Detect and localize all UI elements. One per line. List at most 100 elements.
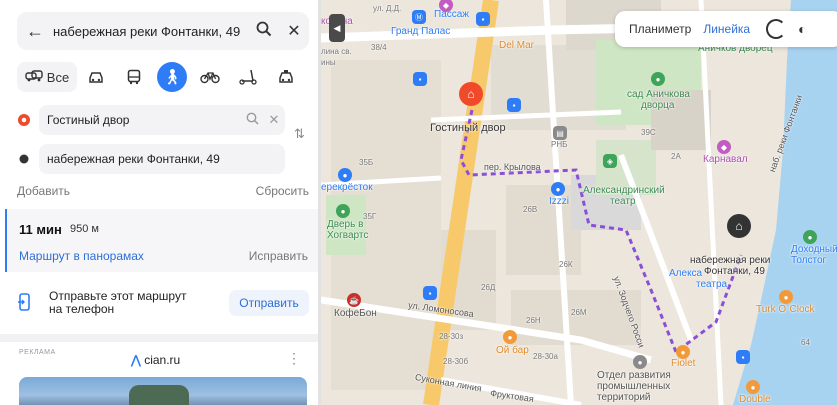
to-field[interactable]: набережная реки Фонтанки, 49 <box>39 144 285 174</box>
map-label: Доходный <box>791 244 837 255</box>
send-text-line1: Отправьте этот маршрут <box>49 289 187 303</box>
route-actions: Добавить Сбросить <box>17 184 309 198</box>
route-point-from: Гостиный двор ✕ <box>17 105 309 135</box>
ruler-button[interactable]: Линейка <box>703 22 750 36</box>
map-label: ул. Д.Д. <box>373 4 402 13</box>
map-view[interactable]: ул. Д.Д. ковича Пассаж Гранд Палас Del M… <box>321 0 837 405</box>
planimeter-button[interactable]: Планиметр <box>629 22 691 36</box>
mode-scooter-button[interactable] <box>229 62 267 92</box>
map-label: театра <box>696 279 728 290</box>
route-distance: 950 м <box>70 223 99 235</box>
send-button[interactable]: Отправить <box>229 290 309 316</box>
map-label: промышленных <box>597 381 671 392</box>
poi-theatre-icon[interactable]: ◈ <box>603 154 617 168</box>
transport-modes: Все 🚶︎ <box>17 62 309 92</box>
send-to-phone-icon <box>17 292 35 314</box>
ad-brand[interactable]: ⋀ cian.ru <box>131 353 180 367</box>
ad-brand-label: cian.ru <box>144 353 181 367</box>
poi-restaurant-icon[interactable]: ● <box>779 290 793 304</box>
map-label: Del Mar <box>499 40 535 51</box>
poi-metro-icon[interactable]: Ⓜ <box>412 10 426 24</box>
origin-dot-icon <box>17 113 31 127</box>
route-time: 11 мин <box>19 222 62 237</box>
poi-shop-icon[interactable]: ◆ <box>717 140 731 154</box>
poi-bank-icon[interactable]: ▪ <box>476 12 490 26</box>
from-value[interactable]: Гостиный двор <box>47 113 241 127</box>
map-label: Fiolet <box>671 358 696 369</box>
map-label: 26Н <box>526 316 541 325</box>
map-label: Гранд Палас <box>391 26 451 37</box>
poi-bus-stop-icon[interactable]: ▪ <box>423 286 437 300</box>
map-label: дворца <box>641 100 675 111</box>
mode-taxi-button[interactable] <box>267 62 305 92</box>
swap-points-icon[interactable]: ⇅ <box>294 126 305 142</box>
map-label: ины <box>321 58 336 67</box>
search-icon[interactable] <box>249 21 279 42</box>
add-point-button[interactable]: Добавить <box>17 184 70 198</box>
map-label: Turk O`Clock <box>756 304 815 315</box>
ad-image[interactable] <box>19 377 307 405</box>
map-label: Фонтанки, 49 <box>704 266 765 277</box>
from-search-icon[interactable] <box>241 112 263 128</box>
mode-bike-button[interactable] <box>191 62 229 92</box>
search-query[interactable]: набережная реки Фонтанки, 49 <box>53 24 249 39</box>
map-label: театр <box>610 196 636 207</box>
poi-cafe-icon[interactable]: ☕ <box>347 293 361 307</box>
map-label: КофеБон <box>334 308 377 319</box>
map-label: Пассаж <box>434 9 469 20</box>
map-canvas[interactable] <box>321 0 837 405</box>
layers-toggle-icon[interactable] <box>766 19 787 39</box>
poi-bus-stop-icon[interactable]: ▪ <box>507 98 521 112</box>
poi-park-icon[interactable]: ● <box>651 72 665 86</box>
map-label: 28-30з <box>439 332 464 341</box>
scooter-icon <box>239 69 257 85</box>
map-label: 26В <box>523 205 538 214</box>
poi-attraction-icon[interactable]: ● <box>336 204 350 218</box>
map-label: Ой бар <box>496 345 529 356</box>
mode-bus-button[interactable] <box>115 62 153 92</box>
search-box[interactable]: ← набережная реки Фонтанки, 49 ✕ <box>17 12 309 50</box>
poi-cafe-icon[interactable]: ● <box>746 380 760 394</box>
map-label: Double <box>739 394 771 405</box>
walk-icon: 🚶︎ <box>162 69 182 86</box>
poi-library-icon[interactable]: ▤ <box>553 126 567 140</box>
poi-bar-icon[interactable]: ● <box>503 330 517 344</box>
reset-button[interactable]: Сбросить <box>256 184 309 198</box>
close-icon[interactable]: ✕ <box>279 21 309 41</box>
mode-car-button[interactable] <box>77 62 115 92</box>
route-option-card[interactable]: 11 мин 950 м Маршрут в панорамах Исправи… <box>5 209 318 272</box>
map-label: 2А <box>671 152 681 161</box>
poi-bus-stop-icon[interactable]: ▪ <box>413 72 427 86</box>
poi-office-icon[interactable]: ● <box>633 355 647 369</box>
destination-pin-icon[interactable]: ⌂ <box>727 214 751 238</box>
ad-banner[interactable]: РЕКЛАМА ⋀ cian.ru ⋮ <box>9 344 309 405</box>
map-label: пер. Крылова <box>484 162 541 172</box>
poi-cafe-icon[interactable]: ● <box>676 345 690 359</box>
poi-store-icon[interactable]: ● <box>551 182 565 196</box>
map-label: 26М <box>571 308 587 317</box>
mode-walk-button[interactable]: 🚶︎ <box>157 62 187 92</box>
poi-store-icon[interactable]: ● <box>338 168 352 182</box>
map-label: Карнавал <box>703 154 748 165</box>
back-arrow-icon[interactable]: ← <box>17 21 53 42</box>
map-label: Дверь в <box>327 219 364 230</box>
fix-route-link[interactable]: Исправить <box>249 249 308 263</box>
map-label: 26К <box>559 260 573 269</box>
map-label: территорий <box>597 392 651 403</box>
poi-museum-icon[interactable]: ● <box>803 230 817 244</box>
more-vertical-icon[interactable]: ⋮ <box>287 350 301 367</box>
ad-label: РЕКЛАМА <box>19 349 56 356</box>
poi-bus-stop-icon[interactable]: ▪ <box>736 350 750 364</box>
collapse-panel-button[interactable]: ◀ <box>329 14 345 42</box>
panorama-route-link[interactable]: Маршрут в панорамах <box>19 249 144 263</box>
map-label: Александринский <box>583 185 665 196</box>
map-tools: Планиметр Линейка ◐ <box>615 11 837 47</box>
origin-pin-icon[interactable]: ⌂ <box>459 82 483 106</box>
to-value[interactable]: набережная реки Фонтанки, 49 <box>47 152 285 166</box>
car-icon <box>89 72 103 83</box>
profile-icon[interactable]: ◐ <box>798 21 806 37</box>
from-clear-icon[interactable]: ✕ <box>263 112 285 128</box>
mode-all-button[interactable]: Все <box>17 62 77 92</box>
from-field[interactable]: Гостиный двор ✕ <box>39 105 285 135</box>
map-label: лина св. <box>321 47 352 56</box>
